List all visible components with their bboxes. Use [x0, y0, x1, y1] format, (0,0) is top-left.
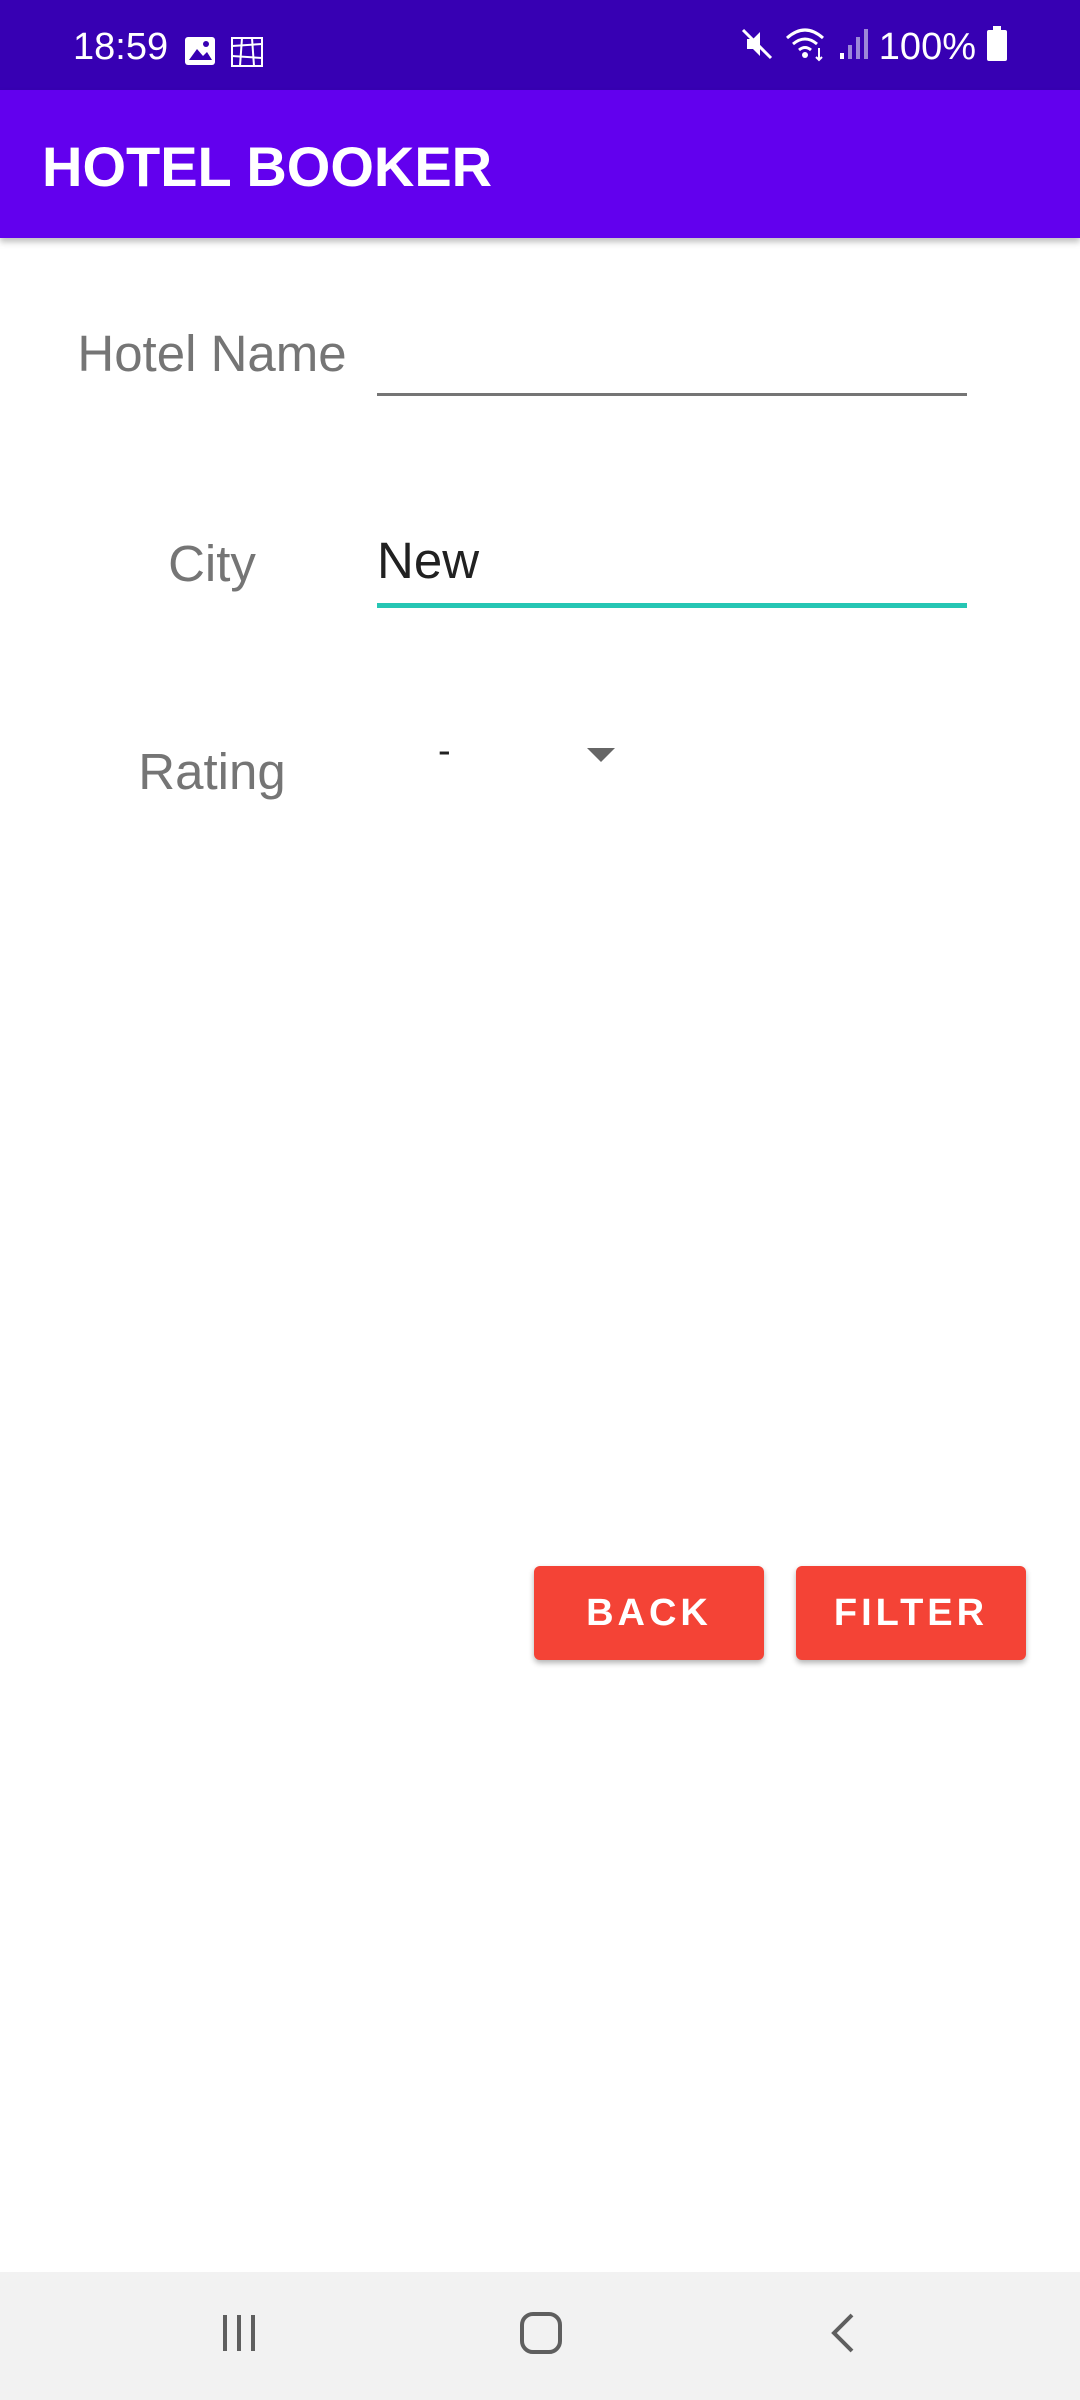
rating-dropdown[interactable]: - — [420, 720, 630, 800]
dropdown-arrow-icon — [587, 748, 615, 769]
status-notification-icons — [184, 36, 264, 73]
battery-icon — [986, 26, 1008, 67]
status-time: 18:59 — [73, 26, 169, 68]
mute-icon — [739, 26, 775, 67]
filter-button[interactable]: FILTER — [796, 1566, 1026, 1660]
hotel-name-input[interactable] — [377, 306, 967, 396]
city-label: City — [168, 535, 256, 592]
battery-percentage: 100% — [878, 25, 976, 68]
city-input[interactable] — [377, 518, 967, 608]
home-button[interactable] — [501, 2300, 581, 2370]
rating-label: Rating — [138, 743, 286, 800]
wifi-icon — [785, 26, 829, 67]
gallery-icon — [230, 36, 264, 73]
app-title: HOTEL BOOKER — [42, 135, 493, 198]
signal-icon — [839, 27, 869, 66]
home-icon — [519, 2311, 563, 2360]
recents-button[interactable] — [199, 2300, 279, 2370]
back-button[interactable]: BACK — [534, 1566, 764, 1660]
navigation-bar — [0, 2272, 1080, 2400]
status-bar: 18:59 100% — [0, 0, 1080, 90]
hotel-name-label: Hotel Name — [77, 325, 347, 382]
back-nav-button[interactable] — [803, 2300, 883, 2370]
back-icon — [828, 2311, 858, 2360]
image-icon — [184, 36, 216, 73]
app-bar: HOTEL BOOKER — [0, 90, 1080, 238]
status-system-icons: 100% — [739, 26, 1008, 67]
rating-selected-value: - — [438, 730, 451, 772]
recents-icon — [219, 2313, 259, 2358]
